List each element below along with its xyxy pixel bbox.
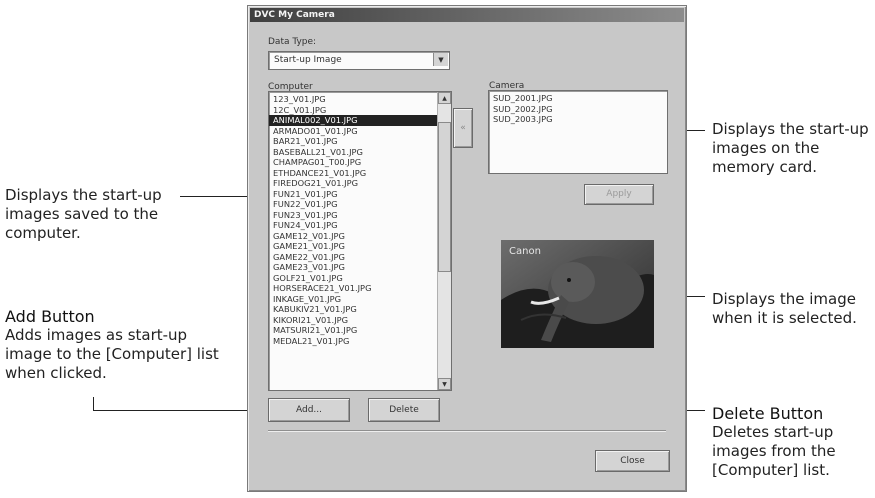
- camera-list-rows: SUD_2001.JPG SUD_2002.JPG SUD_2003.JPG: [489, 93, 667, 125]
- close-button-label: Close: [620, 456, 645, 466]
- callout-camera-list: Displays the start-up images on the memo…: [712, 120, 872, 177]
- camera-list-item[interactable]: SUD_2001.JPG: [489, 93, 667, 104]
- camera-list-item[interactable]: SUD_2003.JPG: [489, 114, 667, 125]
- data-type-value: Start-up Image: [274, 55, 342, 65]
- apply-button[interactable]: Apply: [584, 184, 654, 205]
- scroll-up-icon[interactable]: ▲: [438, 92, 451, 104]
- delete-button[interactable]: Delete: [368, 398, 440, 422]
- callout-delete-title: Delete Button: [712, 404, 824, 423]
- arrow-left-icon: «: [460, 123, 466, 133]
- computer-list-item[interactable]: ETHDANCE21_V01.JPG: [269, 168, 437, 179]
- data-type-label: Data Type:: [268, 37, 317, 47]
- callout-add-title: Add Button: [5, 307, 95, 326]
- data-type-select[interactable]: Start-up Image ▼: [268, 51, 450, 70]
- preview-caption: Canon: [509, 246, 541, 257]
- delete-button-label: Delete: [389, 405, 419, 415]
- computer-list-item[interactable]: GAME21_V01.JPG: [269, 241, 437, 252]
- computer-list[interactable]: 123_V01.JPG 12C_V01.JPG ANIMAL002_V01.JPG A…: [268, 91, 452, 391]
- add-button[interactable]: Add...: [268, 398, 350, 422]
- my-camera-dialog: DVC My Camera Data Type: Start-up Image …: [247, 5, 687, 492]
- callout-computer-list: Displays the start-up images saved to th…: [5, 186, 185, 243]
- computer-list-item[interactable]: FUN23_V01.JPG: [269, 210, 437, 221]
- computer-list-item[interactable]: BASEBALL21_V01.JPG: [269, 147, 437, 158]
- image-preview: Canon: [501, 240, 654, 348]
- computer-list-item[interactable]: INKAGE_V01.JPG: [269, 294, 437, 305]
- computer-list-scrollbar[interactable]: ▲ ▼: [437, 92, 451, 390]
- computer-list-item[interactable]: GOLF21_V01.JPG: [269, 273, 437, 284]
- computer-list-item[interactable]: 123_V01.JPG: [269, 94, 437, 105]
- callout-add-button: Add Button Adds images as start-up image…: [5, 307, 230, 383]
- callout-camera-list-text: Displays the start-up images on the memo…: [712, 120, 869, 176]
- callout-preview-text: Displays the image when it is selected.: [712, 290, 857, 327]
- computer-list-item[interactable]: ANIMAL002_V01.JPG: [269, 115, 437, 126]
- scroll-down-icon[interactable]: ▼: [438, 378, 451, 390]
- computer-list-item[interactable]: MATSURI21_V01.JPG: [269, 325, 437, 336]
- computer-list-item[interactable]: MEDAL21_V01.JPG: [269, 336, 437, 347]
- add-button-label: Add...: [295, 405, 322, 415]
- computer-list-item[interactable]: GAME22_V01.JPG: [269, 252, 437, 263]
- computer-list-item[interactable]: HORSERACE21_V01.JPG: [269, 283, 437, 294]
- computer-list-rows: 123_V01.JPG 12C_V01.JPG ANIMAL002_V01.JPG A…: [269, 94, 437, 346]
- camera-list-item[interactable]: SUD_2002.JPG: [489, 104, 667, 115]
- dialog-title: DVC My Camera: [250, 8, 684, 22]
- callout-delete-body: Deletes start-up images from the [Comput…: [712, 423, 836, 479]
- computer-list-item[interactable]: KABUKIV21_V01.JPG: [269, 304, 437, 315]
- callout-computer-list-text: Displays the start-up images saved to th…: [5, 186, 162, 242]
- computer-list-item[interactable]: FUN21_V01.JPG: [269, 189, 437, 200]
- computer-list-item[interactable]: ARMADO01_V01.JPG: [269, 126, 437, 137]
- computer-list-item[interactable]: GAME23_V01.JPG: [269, 262, 437, 273]
- scroll-thumb[interactable]: [438, 122, 451, 272]
- camera-list[interactable]: SUD_2001.JPG SUD_2002.JPG SUD_2003.JPG: [488, 90, 668, 174]
- computer-list-item[interactable]: FUN22_V01.JPG: [269, 199, 437, 210]
- transfer-button[interactable]: «: [453, 108, 473, 148]
- callout-preview: Displays the image when it is selected.: [712, 290, 872, 328]
- leader-add-vertical: [93, 397, 94, 411]
- computer-list-item[interactable]: FIREDOG21_V01.JPG: [269, 178, 437, 189]
- chevron-down-icon[interactable]: ▼: [433, 53, 448, 66]
- computer-list-item[interactable]: BAR21_V01.JPG: [269, 136, 437, 147]
- computer-list-item[interactable]: GAME12_V01.JPG: [269, 231, 437, 242]
- divider: [268, 430, 666, 432]
- computer-list-item[interactable]: CHAMPAG01_T00.JPG: [269, 157, 437, 168]
- callout-delete-button: Delete Button Deletes start-up images fr…: [712, 404, 872, 480]
- callout-add-body: Adds images as start-up image to the [Co…: [5, 326, 219, 382]
- computer-list-item[interactable]: KIKORI21_V01.JPG: [269, 315, 437, 326]
- apply-button-label: Apply: [606, 189, 632, 199]
- computer-list-item[interactable]: 12C_V01.JPG: [269, 105, 437, 116]
- computer-list-item[interactable]: FUN24_V01.JPG: [269, 220, 437, 231]
- close-button[interactable]: Close: [595, 450, 670, 472]
